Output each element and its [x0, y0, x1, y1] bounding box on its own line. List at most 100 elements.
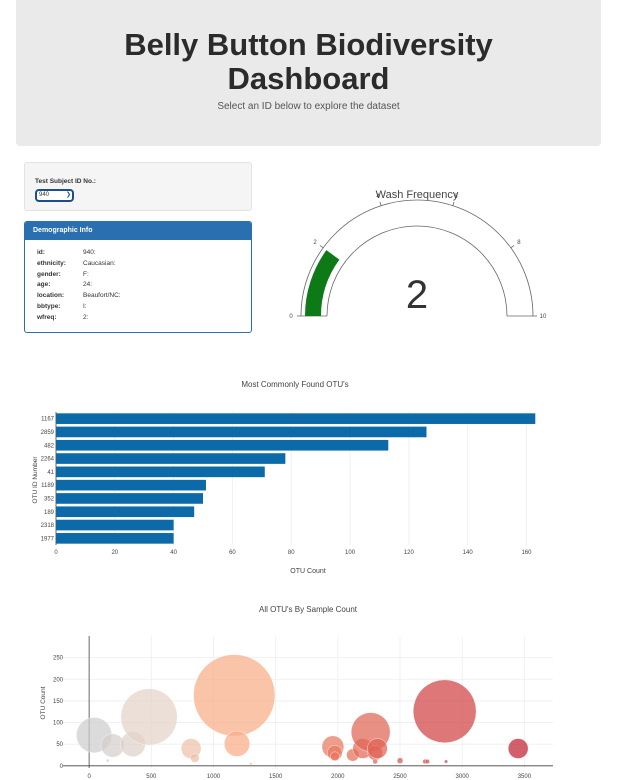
bubble-point — [193, 654, 276, 737]
bubble-y-tick-label: 150 — [53, 699, 64, 705]
demographic-value: 940: — [83, 249, 96, 256]
subject-id-select[interactable]: 940 ❯ — [35, 189, 74, 202]
gauge-value-bar — [305, 250, 340, 316]
bubble-x-tick-label: 3500 — [518, 774, 532, 780]
bubble-point — [372, 758, 378, 765]
demographic-value: Beaufort/NC: — [83, 292, 121, 300]
bar-x-tick-label: 0 — [54, 550, 58, 556]
demographic-panel-title: Demographic Info — [25, 222, 251, 240]
bar-x-tick-label: 140 — [463, 550, 474, 556]
bubble-x-tick-label: 500 — [146, 774, 157, 780]
gauge-tick — [452, 201, 455, 206]
gauge-tick-label: 0 — [289, 314, 293, 320]
demographic-key: ethnicity: — [37, 259, 66, 267]
wash-frequency-gauge: Wash Frequency 024 6810 2 — [289, 189, 547, 320]
demographic-value: I: — [83, 302, 87, 310]
bar — [56, 439, 389, 451]
bubble-x-tick-label: 1500 — [269, 774, 283, 780]
bar-y-tick-label: 2264 — [41, 457, 55, 463]
bar — [56, 413, 536, 424]
bubble-point — [396, 757, 404, 764]
bar-y-tick-label: 1189 — [41, 483, 55, 489]
bar-y-tick-label: 41 — [47, 470, 54, 476]
bar — [56, 453, 286, 464]
gauge-value: 2 — [406, 273, 428, 317]
bubble-y-tick-label: 50 — [56, 742, 63, 748]
bubble-point — [106, 758, 110, 763]
bubble-point — [507, 738, 529, 759]
bubble-point — [190, 753, 200, 763]
bar-x-tick-label: 40 — [170, 550, 177, 556]
bubble-point — [224, 730, 250, 757]
demographic-key: id: — [37, 249, 45, 256]
bubble-x-tick-label: 2500 — [393, 774, 407, 780]
otu-bar-chart: Most Commonly Found OTU's 0 20 40 60 80 100 12… — [32, 380, 536, 575]
gauge-tick-label: 10 — [540, 314, 547, 320]
bar-y-tick-label: 482 — [44, 443, 55, 449]
bubble-x-tick-label: 1000 — [207, 774, 221, 780]
bubble-y-tick-label: 250 — [53, 656, 64, 662]
bar — [56, 533, 174, 544]
bar-y-axis-label: OTU ID Number — [32, 456, 39, 504]
demographic-panel: Demographic Info id: 940: ethnicity: Caucas… — [24, 221, 252, 333]
bar-x-tick-label: 20 — [111, 550, 118, 556]
bubble-point — [367, 738, 388, 759]
bar-y-tick-label: 1167 — [41, 417, 55, 423]
gauge-tick-label: 8 — [517, 240, 521, 246]
gauge-tick-label: 2 — [313, 240, 317, 246]
bar-x-tick-label: 120 — [404, 550, 415, 556]
page-title: Belly Button Biodiversity Dashboard — [124, 27, 493, 96]
bar-x-axis-label: OTU Count — [290, 568, 325, 575]
gauge-tick — [319, 245, 324, 249]
otu-bubble-chart: All OTU's By Sample Count 0 50 100 150 200 25… — [40, 605, 553, 780]
bubble-x-tick-label: 0 — [87, 774, 91, 780]
demographic-key: gender: — [37, 270, 61, 278]
bubble-point — [444, 759, 448, 764]
bubble-point — [412, 679, 477, 744]
subject-id-value: 940 — [39, 192, 50, 198]
bar-x-tick-label: 60 — [229, 550, 236, 556]
gauge-tick — [379, 201, 382, 206]
bar — [56, 466, 265, 478]
bubble-y-tick-label: 100 — [53, 721, 64, 727]
bar-y-tick-label: 1977 — [41, 536, 55, 542]
bubble-point — [424, 759, 430, 764]
bubble-chart-title: All OTU's By Sample Count — [259, 605, 358, 614]
bubble-point — [249, 762, 253, 766]
demographic-key: age: — [37, 281, 51, 289]
bubble-point — [330, 751, 340, 762]
gauge-title: Wash Frequency — [376, 189, 459, 201]
page-subtitle: Select an ID below to explore the datase… — [217, 101, 400, 112]
selector-well: Test Subject ID No.: 940 ❯ — [24, 162, 252, 211]
gauge-tick — [510, 245, 515, 249]
bubble-y-axis-label: OTU Count — [40, 686, 47, 719]
bar — [56, 479, 206, 491]
bar-y-tick-label: 2318 — [41, 523, 55, 529]
bar-x-tick-label: 160 — [521, 550, 532, 556]
header-jumbotron: Belly Button Biodiversity Dashboard Selec… — [16, 0, 601, 146]
bar-chart-title: Most Commonly Found OTU's — [241, 380, 348, 389]
demographic-key: wfreq: — [37, 313, 57, 321]
bubble-point — [120, 688, 178, 746]
bar — [56, 493, 204, 504]
demographic-value: 2: — [83, 313, 89, 321]
bar — [56, 426, 427, 438]
subject-id-label: Test Subject ID No.: — [35, 178, 96, 185]
bar-x-tick-label: 80 — [288, 550, 295, 556]
demographic-value: 24: — [83, 281, 93, 289]
demographic-value: F: — [83, 270, 89, 278]
chevron-down-icon: ❯ — [65, 192, 71, 198]
bar — [56, 506, 195, 518]
demographic-key: bbtype: — [37, 302, 61, 310]
bar — [56, 519, 174, 531]
bar-y-tick-label: 189 — [44, 510, 55, 516]
bar-x-tick-label: 100 — [345, 550, 356, 556]
bubble-x-tick-label: 2000 — [331, 774, 345, 780]
demographic-value: Caucasian: — [83, 259, 116, 267]
bubble-y-tick-label: 200 — [53, 677, 64, 683]
demographic-key: location: — [37, 292, 65, 300]
bubble-y-tick-label: 0 — [60, 764, 64, 770]
bubble-x-tick-label: 3000 — [456, 774, 470, 780]
bar-y-tick-label: 352 — [44, 496, 55, 502]
bar-y-tick-label: 2859 — [41, 430, 55, 436]
